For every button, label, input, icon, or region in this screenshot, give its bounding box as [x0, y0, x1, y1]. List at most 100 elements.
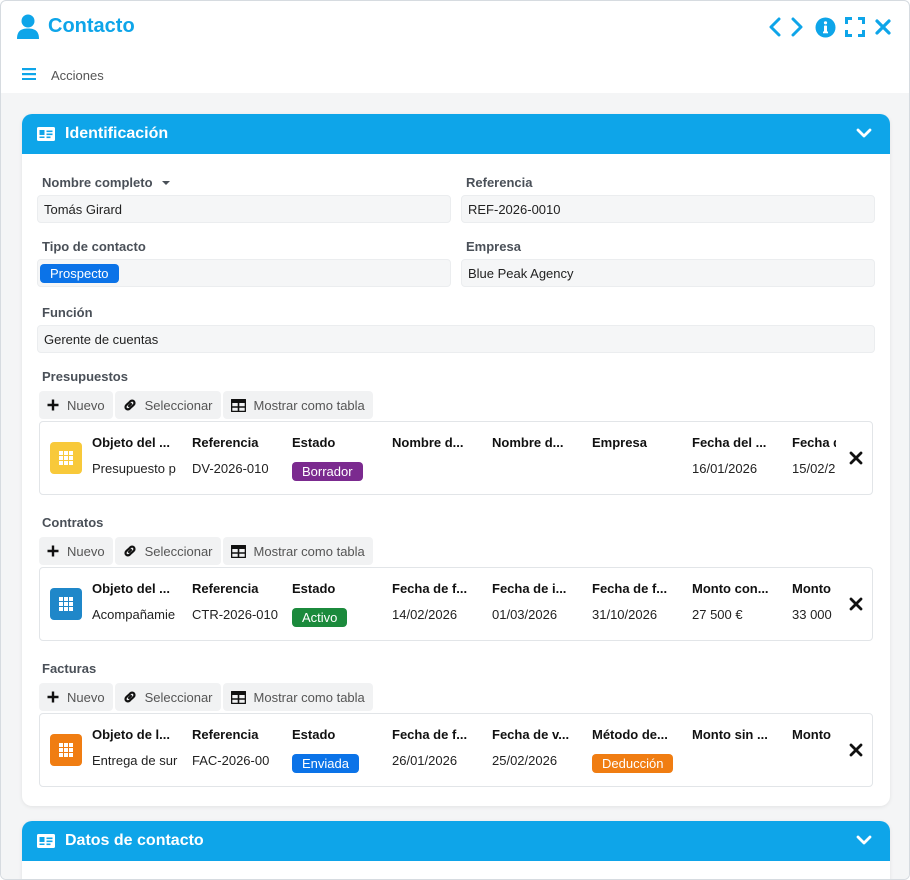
- chevron-left-icon: [769, 17, 781, 37]
- id-card-icon: [37, 127, 55, 141]
- enviada-badge: Enviada: [292, 754, 359, 773]
- facturas-seleccionar-button[interactable]: Seleccionar: [114, 683, 221, 711]
- grid-icon: [59, 743, 73, 757]
- fullscreen-button[interactable]: [844, 16, 866, 38]
- table-icon: [230, 398, 246, 412]
- column-header: Estado: [292, 435, 336, 450]
- tipo-field[interactable]: Prospecto: [37, 259, 451, 287]
- column-header: Empresa: [592, 435, 647, 450]
- close-icon: [875, 19, 891, 35]
- column-header: Estado: [292, 581, 336, 596]
- remove-icon[interactable]: [848, 742, 864, 758]
- column-header: Monto: [792, 727, 831, 742]
- contrato-icon: [50, 588, 82, 620]
- mostrar-label: Mostrar como tabla: [253, 397, 365, 413]
- cell-value: 16/01/2026: [692, 461, 758, 476]
- contratos-toolbar: Nuevo Seleccionar Mostrar como tabla: [39, 537, 373, 565]
- facturas-label: Facturas: [42, 661, 97, 676]
- cell-value: DV-2026-010: [192, 461, 269, 476]
- contratos-mostrar-button[interactable]: Mostrar como tabla: [222, 537, 373, 565]
- cell-value: 15/02/2: [792, 461, 836, 476]
- seleccionar-label: Seleccionar: [144, 543, 213, 559]
- column-header: Objeto de l...: [92, 727, 171, 742]
- referencia-field[interactable]: REF-2026-0010: [461, 195, 875, 223]
- column-header: Fecha de v...: [492, 727, 570, 742]
- table-icon: [230, 690, 246, 704]
- column-header: Monto: [792, 581, 831, 596]
- cell-value: Entrega de sur: [92, 753, 178, 768]
- cell-value: CTR-2026-010: [192, 607, 278, 622]
- chevron-down-icon[interactable]: [856, 127, 872, 139]
- factura-icon: [50, 734, 82, 766]
- cell-value: FAC-2026-00: [192, 753, 270, 768]
- column-header: Referencia: [192, 435, 259, 450]
- caret-down-icon[interactable]: [161, 179, 171, 187]
- cell-value: 26/01/2026: [392, 753, 458, 768]
- link-icon: [124, 691, 136, 703]
- cell-value: Activo: [292, 608, 378, 627]
- referencia-label: Referencia: [466, 175, 533, 190]
- presupuestos-toolbar: Nuevo Seleccionar Mostrar como tabla: [39, 391, 373, 419]
- seleccionar-label: Seleccionar: [144, 397, 213, 413]
- seleccionar-label: Seleccionar: [144, 689, 213, 705]
- column-header: Fecha de f...: [392, 581, 468, 596]
- window-title: Contacto: [48, 15, 135, 37]
- link-icon: [124, 545, 136, 557]
- nombre-field[interactable]: Tomás Girard: [37, 195, 451, 223]
- presupuestos-label: Presupuestos: [42, 369, 128, 384]
- info-button[interactable]: [814, 16, 836, 38]
- cell-value: 33 000: [792, 607, 832, 622]
- hamburger-menu-icon: [22, 68, 36, 80]
- cell-value: 27 500 €: [692, 607, 743, 622]
- next-button[interactable]: [786, 16, 808, 38]
- column-header: Nombre d...: [392, 435, 464, 450]
- contrato-row[interactable]: Objeto del ... Referencia Estado Fecha d…: [39, 567, 873, 641]
- actions-menu[interactable]: Acciones: [1, 59, 909, 91]
- table-icon: [230, 544, 246, 558]
- previous-button[interactable]: [764, 16, 786, 38]
- grid-icon: [59, 451, 73, 465]
- activo-badge: Activo: [292, 608, 348, 627]
- nuevo-label: Nuevo: [67, 543, 105, 559]
- remove-icon[interactable]: [848, 596, 864, 612]
- facturas-nuevo-button[interactable]: Nuevo: [39, 683, 113, 711]
- presupuesto-row[interactable]: Objeto del ... Referencia Estado Nombre …: [39, 421, 873, 495]
- section-identificacion: Identificación Nombre completo Tomás Gir…: [22, 114, 890, 806]
- presupuestos-nuevo-button[interactable]: Nuevo: [39, 391, 113, 419]
- empresa-field[interactable]: Blue Peak Agency: [461, 259, 875, 287]
- expand-icon: [845, 17, 865, 37]
- funcion-field[interactable]: Gerente de cuentas: [37, 325, 875, 353]
- column-header: Monto sin ...: [692, 727, 768, 742]
- contratos-seleccionar-button[interactable]: Seleccionar: [114, 537, 221, 565]
- cell-value: Deducción: [592, 754, 688, 773]
- link-icon: [124, 399, 136, 411]
- cell-value: 31/10/2026: [592, 607, 658, 622]
- mostrar-label: Mostrar como tabla: [253, 689, 365, 705]
- cell-value: Acompañamie: [92, 607, 176, 622]
- tipo-label: Tipo de contacto: [42, 239, 146, 254]
- section-header-identificacion[interactable]: Identificación: [22, 114, 890, 154]
- column-header: Fecha de f...: [592, 581, 668, 596]
- column-header: Fecha de i...: [492, 581, 567, 596]
- presupuestos-mostrar-button[interactable]: Mostrar como tabla: [222, 391, 373, 419]
- nuevo-label: Nuevo: [67, 689, 105, 705]
- cell-value: 01/03/2026: [492, 607, 558, 622]
- funcion-label: Función: [42, 305, 93, 320]
- user-icon: [17, 14, 39, 39]
- column-header: Nombre d...: [492, 435, 564, 450]
- factura-row[interactable]: Objeto de l... Referencia Estado Fecha d…: [39, 713, 873, 787]
- contact-window: Contacto Acciones Identificación Nombre …: [0, 0, 910, 880]
- mostrar-label: Mostrar como tabla: [253, 543, 365, 559]
- window-header: Contacto: [1, 1, 909, 53]
- presupuestos-seleccionar-button[interactable]: Seleccionar: [114, 391, 221, 419]
- chevron-down-icon[interactable]: [856, 834, 872, 846]
- column-header: Fecha de f...: [392, 727, 468, 742]
- section-header-datos-contacto[interactable]: Datos de contacto: [22, 821, 890, 861]
- section-datos-contacto: Datos de contacto: [22, 821, 890, 879]
- facturas-mostrar-button[interactable]: Mostrar como tabla: [222, 683, 373, 711]
- remove-icon[interactable]: [848, 450, 864, 466]
- cell-value: Presupuesto p: [92, 461, 176, 476]
- column-header: Fecha del ...: [692, 435, 767, 450]
- contratos-nuevo-button[interactable]: Nuevo: [39, 537, 113, 565]
- close-window-button[interactable]: [872, 16, 894, 38]
